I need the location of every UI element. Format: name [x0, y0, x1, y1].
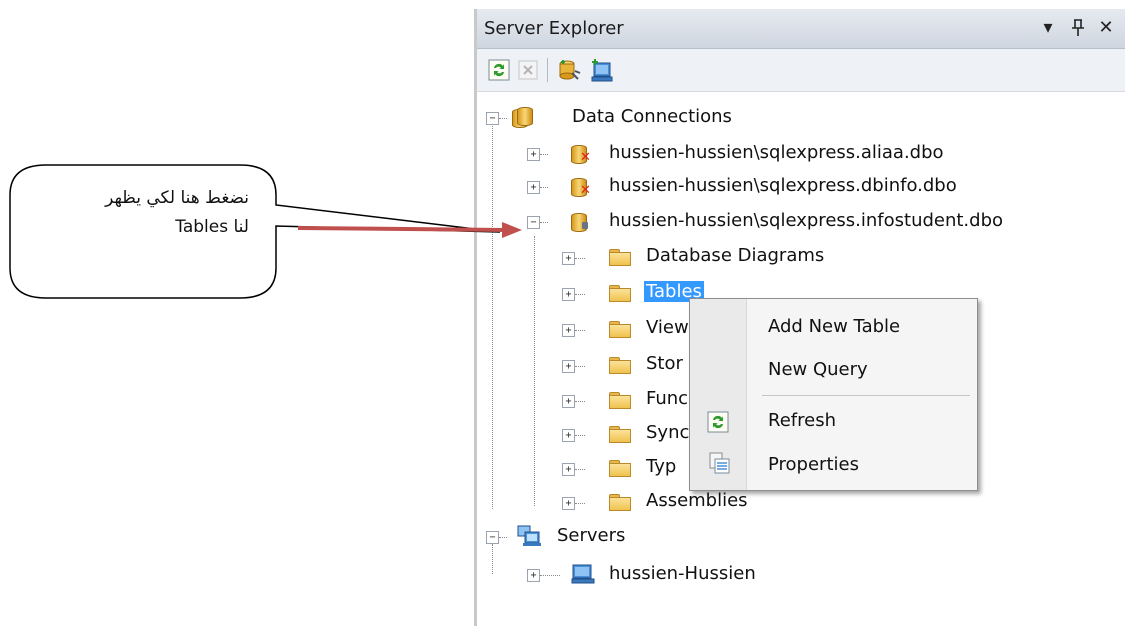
callout-bubble: [9, 164, 501, 299]
callout-arrow: [297, 226, 507, 232]
callout-annotation: [9, 164, 522, 299]
callout-arrow-head: [502, 222, 522, 238]
callout-text-line2: لنا Tables: [175, 217, 249, 237]
callout-text-line1: نضغط هنا لكي يظهر: [105, 188, 249, 208]
